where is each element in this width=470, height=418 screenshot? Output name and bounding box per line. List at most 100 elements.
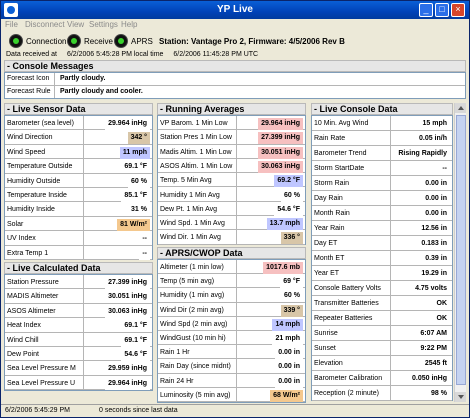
row-value: 336 ° <box>280 232 303 245</box>
data-row: Rain 24 Hr 0.00 in <box>158 374 305 388</box>
row-label: Humidity 1 Min Avg <box>160 191 220 199</box>
running-averages-header[interactable]: - Running Averages <box>157 103 306 115</box>
menu-bar: File Disconnect View Settings Help <box>1 19 469 31</box>
data-row: Wind Speed 11 mph <box>5 145 152 160</box>
data-row: Dew Pt. 1 Min Avg 54.6 °F <box>158 202 305 217</box>
aprs-cwop-header[interactable]: - APRS/CWOP Data <box>157 247 306 259</box>
minimize-button[interactable]: _ <box>419 3 433 17</box>
data-row: Barometer Trend Rising Rapidly <box>312 146 452 161</box>
receive-label: Receive <box>84 37 113 46</box>
live-console-header[interactable]: - Live Console Data <box>311 103 453 115</box>
receive-indicator-icon <box>67 34 81 48</box>
live-sensor-header[interactable]: - Live Sensor Data <box>4 103 153 115</box>
row-label: Temp. 5 Min Avg <box>160 177 212 185</box>
data-row: Wind Chill 69.1 °F <box>5 333 152 347</box>
row-label: UV Index <box>7 235 36 243</box>
data-row: WindGust (10 min hi) 21 mph <box>158 331 305 346</box>
row-label: Day ET <box>314 240 338 247</box>
row-value: 2545 ft <box>421 358 450 370</box>
console-messages-header[interactable]: - Console Messages <box>4 60 466 72</box>
row-value: 0.00 in <box>275 347 303 360</box>
row-value: 11 mph <box>119 146 150 159</box>
row-label: VP Barom. 1 Min Low <box>160 120 228 127</box>
vertical-scrollbar[interactable] <box>454 103 466 402</box>
data-row: Sea Level Pressure M 29.959 inHg <box>5 361 152 376</box>
row-value: 29.964 inHg <box>105 118 150 130</box>
title-bar[interactable]: YP Live _ □ × <box>1 1 469 19</box>
scroll-thumb[interactable] <box>456 115 466 385</box>
row-value: 69.2 °F <box>274 175 303 188</box>
menu-file[interactable]: File <box>5 20 18 29</box>
row-label: Barometer Trend <box>314 150 367 157</box>
forecast-rule-value: Partly cloudy and cooler. <box>60 88 143 95</box>
row-label: Rain Rate <box>314 135 346 142</box>
row-value: OK <box>433 298 450 310</box>
row-label: Wind Speed <box>7 148 46 156</box>
row-label: Storm Rain <box>314 180 350 187</box>
status-time: 6/2/2006 5:45:29 PM <box>5 407 70 414</box>
data-row: Solar 81 W/m² <box>5 217 152 232</box>
row-label: 10 Min. Avg Wind <box>314 120 369 127</box>
maximize-button[interactable]: □ <box>435 3 449 17</box>
row-value: 0.00 in <box>422 193 450 205</box>
app-window: YP Live _ □ × File Disconnect View Setti… <box>0 0 470 418</box>
data-row: Extra Temp 1 -- <box>5 246 152 260</box>
menu-view[interactable]: View <box>67 20 84 29</box>
row-label: Console Battery Volts <box>314 285 381 292</box>
row-label: Humidity Inside <box>7 206 55 214</box>
row-label: WindGust (10 min hi) <box>160 335 226 342</box>
data-row: Wind Direction 342 ° <box>5 130 152 145</box>
console-messages-panel: Forecast Icon Partly cloudy. Forecast Ru… <box>4 72 466 99</box>
data-row: 10 Min. Avg Wind 15 mph <box>312 116 452 131</box>
data-row: Rain Rate 0.05 in/h <box>312 131 452 146</box>
row-label: Extra Temp 1 <box>7 249 49 257</box>
data-row: Temp (5 min avg) 69 °F <box>158 274 305 289</box>
live-calculated-panel: Station Pressure 27.399 inHg MADIS Altimet… <box>4 274 153 391</box>
aprs-cwop-panel: Altimeter (1 min low) 1017.6 mb Temp (5 mi… <box>157 259 306 403</box>
row-label: Rain 24 Hr <box>160 377 194 385</box>
row-value: 27.399 inHg <box>105 277 150 289</box>
row-label: Year ET <box>314 270 340 277</box>
data-row: Humidity (1 min avg) 60 % <box>158 288 305 303</box>
live-calculated-header[interactable]: - Live Calculated Data <box>4 262 153 274</box>
scroll-up-icon[interactable] <box>455 103 466 113</box>
row-value: -- <box>139 247 150 260</box>
row-label: Sea Level Pressure U <box>7 379 76 387</box>
data-row: Temp. 5 Min Avg 69.2 °F <box>158 173 305 188</box>
row-label: Heat Index <box>7 322 41 330</box>
live-console-panel: 10 Min. Avg Wind 15 mph Rain Rate 0.05 in/h… <box>311 115 453 401</box>
data-row: Wind Dir (2 min avg) 339 ° <box>158 303 305 317</box>
row-label: Month ET <box>314 255 345 262</box>
data-row: Rain Day (since midnt) 0.00 in <box>158 359 305 374</box>
running-averages-panel: VP Barom. 1 Min Low 29.964 inHg Station Pr… <box>157 115 306 245</box>
data-row: Heat Index 69.1 °F <box>5 318 152 333</box>
row-label: Station Pres 1 Min Low <box>160 134 232 142</box>
menu-settings[interactable]: Settings <box>89 20 118 29</box>
row-value: -- <box>139 233 150 246</box>
row-value: -- <box>439 163 450 175</box>
forecast-icon-value: Partly cloudy. <box>60 75 106 82</box>
menu-help[interactable]: Help <box>121 20 137 29</box>
data-row: Madis Altim. 1 Min Low 30.051 inHg <box>158 145 305 159</box>
row-label: Wind Direction <box>7 134 53 142</box>
row-value: Rising Rapidly <box>395 148 450 160</box>
data-row: Day ET 0.183 in <box>312 236 452 251</box>
row-value: 31 % <box>128 204 150 217</box>
scroll-down-icon[interactable] <box>455 392 466 402</box>
row-label: Rain Day (since midnt) <box>160 363 231 371</box>
row-label: Wind Spd (2 min avg) <box>160 320 228 328</box>
row-value: 60 % <box>128 175 150 188</box>
row-value: 29.964 inHg <box>105 377 150 390</box>
row-label: Temp (5 min avg) <box>160 278 215 286</box>
row-label: Humidity (1 min avg) <box>160 292 225 300</box>
row-label: Dew Pt. 1 Min Avg <box>160 205 218 213</box>
row-label: Station Pressure <box>7 279 59 286</box>
data-row: Transmitter Batteries OK <box>312 296 452 311</box>
row-value: OK <box>433 313 450 325</box>
data-row: Wind Spd (2 min avg) 14 mph <box>158 317 305 331</box>
row-value: 12.56 in <box>418 223 450 235</box>
row-label: Barometer Calibration <box>314 375 383 382</box>
close-button[interactable]: × <box>451 3 465 17</box>
row-value: 85.1 °F <box>121 190 150 202</box>
menu-disconnect[interactable]: Disconnect <box>25 20 65 29</box>
